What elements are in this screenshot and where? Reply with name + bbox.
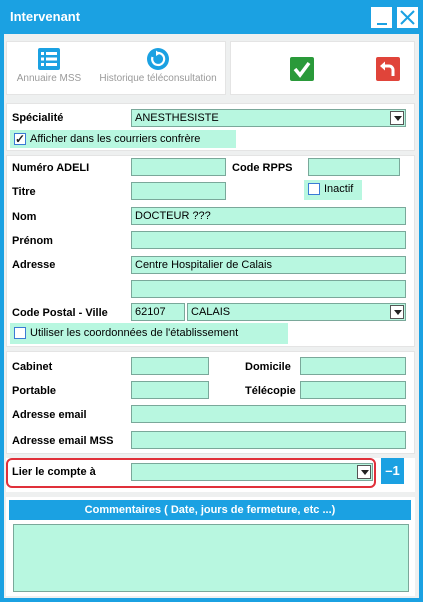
numero-adeli-input[interactable] <box>131 158 226 176</box>
titre-input[interactable] <box>131 182 226 200</box>
commentaires-textarea[interactable] <box>13 524 409 592</box>
code-rpps-label: Code RPPS <box>232 162 293 174</box>
inactif-label: Inactif <box>324 183 354 195</box>
specialite-label: Spécialité <box>12 112 64 124</box>
validate-button[interactable] <box>290 57 314 81</box>
adresse-email-mss-input[interactable] <box>131 431 406 449</box>
ville-value: CALAIS <box>191 306 231 318</box>
afficher-courriers-checkbox[interactable]: Afficher dans les courriers confrère <box>10 130 236 148</box>
chevron-down-icon[interactable] <box>390 305 404 319</box>
checkbox-checked-icon[interactable] <box>14 130 26 148</box>
list-icon <box>38 48 60 70</box>
checkbox-unchecked-icon[interactable] <box>308 183 320 195</box>
lier-compte-button[interactable]: –1 <box>381 458 404 484</box>
adresse-email-input[interactable] <box>131 405 406 423</box>
code-rpps-input[interactable] <box>308 158 400 176</box>
historique-label: Historique téléconsultation <box>99 73 217 84</box>
utiliser-coordonnees-checkbox[interactable]: Utiliser les coordonnées de l'établissem… <box>10 323 288 344</box>
afficher-courriers-label: Afficher dans les courriers confrère <box>30 133 201 145</box>
telecopie-input[interactable] <box>300 381 406 399</box>
undo-button[interactable] <box>376 57 400 81</box>
adresse-email-label: Adresse email <box>12 409 87 421</box>
cabinet-input[interactable] <box>131 357 209 375</box>
checkmark-icon <box>293 61 311 78</box>
domicile-input[interactable] <box>300 357 406 375</box>
minimize-button[interactable] <box>370 6 393 29</box>
domicile-label: Domicile <box>245 361 291 373</box>
adresse-label: Adresse <box>12 259 56 271</box>
close-button[interactable] <box>396 6 419 29</box>
refresh-icon <box>147 48 169 70</box>
nom-label: Nom <box>12 211 37 223</box>
portable-label: Portable <box>12 385 57 397</box>
utiliser-coordonnees-label: Utiliser les coordonnées de l'établissem… <box>30 327 239 339</box>
prenom-label: Prénom <box>12 235 53 247</box>
specialite-value: ANESTHESISTE <box>135 112 219 124</box>
ville-select[interactable]: CALAIS <box>187 303 406 321</box>
nom-input[interactable]: DOCTEUR ??? <box>131 207 406 225</box>
telecopie-label: Télécopie <box>245 385 296 397</box>
annuaire-mss-button[interactable]: Annuaire MSS <box>11 46 87 92</box>
adresse-line2-input[interactable] <box>131 280 406 298</box>
specialite-select[interactable]: ANESTHESISTE <box>131 109 406 127</box>
actions-panel <box>230 41 415 95</box>
cabinet-label: Cabinet <box>12 361 53 373</box>
commentaires-header: Commentaires ( Date, jours de fermeture,… <box>9 500 411 520</box>
lier-compte-label: Lier le compte à <box>12 466 96 478</box>
toolbar-panel: Annuaire MSS Historique téléconsultation <box>6 41 226 95</box>
checkbox-unchecked-icon[interactable] <box>14 327 26 339</box>
titre-label: Titre <box>12 186 36 198</box>
prenom-input[interactable] <box>131 231 406 249</box>
minimize-icon <box>377 23 387 25</box>
historique-button[interactable]: Historique téléconsultation <box>93 46 223 92</box>
numero-adeli-label: Numéro ADELI <box>12 162 90 174</box>
undo-icon <box>380 61 395 76</box>
title-bar[interactable]: Intervenant <box>0 0 423 34</box>
code-postal-ville-label: Code Postal - Ville <box>12 307 108 319</box>
chevron-down-icon[interactable] <box>357 465 371 479</box>
adresse-email-mss-label: Adresse email MSS <box>12 435 114 447</box>
code-postal-input[interactable]: 62107 <box>131 303 185 321</box>
portable-input[interactable] <box>131 381 209 399</box>
lier-compte-select[interactable] <box>131 463 373 481</box>
adresse-line1-input[interactable]: Centre Hospitalier de Calais <box>131 256 406 274</box>
inactif-checkbox[interactable]: Inactif <box>304 180 362 200</box>
window-title: Intervenant <box>10 9 81 24</box>
close-icon <box>400 10 415 25</box>
annuaire-mss-label: Annuaire MSS <box>16 73 82 84</box>
chevron-down-icon[interactable] <box>390 111 404 125</box>
